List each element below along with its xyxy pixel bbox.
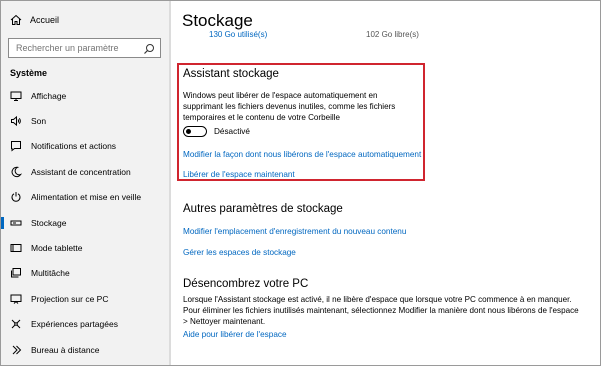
sidebar-item-notifications[interactable]: Notifications et actions [1, 134, 169, 159]
storage-sense-description: Windows peut libérer de l'espace automat… [183, 91, 396, 122]
tablet-icon [10, 242, 22, 254]
sidebar-item-label: Son [31, 116, 47, 127]
notification-icon [10, 140, 22, 153]
search-box[interactable] [8, 38, 161, 58]
change-save-location-link[interactable]: Modifier l'emplacement d'enregistrement … [183, 227, 406, 236]
storage-sense-toggle[interactable] [183, 126, 207, 137]
sidebar-item-stockage[interactable]: Stockage [1, 210, 169, 235]
power-icon [10, 191, 22, 203]
sidebar-item-label: Expériences partagées [31, 319, 118, 330]
sidebar-item-son[interactable]: Son [1, 108, 169, 133]
manage-storage-spaces-link[interactable]: Gérer les espaces de stockage [183, 248, 296, 257]
sidebar-item-multitache[interactable]: Multitâche [1, 261, 169, 286]
used-space-link[interactable]: 130 Go utilisé(s) [209, 30, 267, 40]
sidebar-item-bureau-a-distance[interactable]: Bureau à distance [1, 337, 169, 362]
page-title: Stockage [182, 11, 253, 30]
settings-window: Accueil Système Affichage Son [0, 0, 601, 366]
sidebar-item-label: Notifications et actions [31, 141, 117, 152]
search-icon[interactable] [143, 42, 155, 54]
sidebar-nav: Affichage Son Notifications et actions A… [1, 83, 169, 362]
sidebar-item-projection[interactable]: Projection sur ce PC [1, 286, 169, 311]
toggle-state-label: Désactivé [214, 127, 250, 136]
home-label: Accueil [30, 15, 60, 25]
multitask-icon [10, 267, 22, 279]
home-link[interactable]: Accueil [10, 14, 59, 26]
more-storage-settings-title: Autres paramètres de stockage [183, 203, 343, 215]
toggle-knob [186, 128, 191, 134]
sidebar-item-label: Bureau à distance [31, 344, 100, 355]
declutter-title: Désencombrez votre PC [183, 278, 309, 290]
sidebar-item-alimentation[interactable]: Alimentation et mise en veille [1, 185, 169, 210]
sidebar-item-mode-tablette[interactable]: Mode tablette [1, 235, 169, 260]
sidebar-item-label: Assistant de concentration [31, 166, 131, 177]
sidebar-item-label: Multitâche [31, 268, 70, 279]
free-space-text: 102 Go libre(s) [366, 30, 419, 39]
help-free-space-link[interactable]: Aide pour libérer de l'espace [183, 330, 287, 339]
declutter-description: Lorsque l'Assistant stockage est activé,… [183, 295, 579, 326]
free-space-now-link[interactable]: Libérer de l'espace maintenant [183, 170, 295, 179]
projection-icon [10, 293, 22, 305]
sidebar-item-label: Alimentation et mise en veille [31, 192, 142, 203]
sidebar-item-affichage[interactable]: Affichage [1, 83, 169, 108]
remote-icon [10, 344, 22, 356]
storage-sense-title: Assistant stockage [183, 68, 279, 80]
speaker-icon [10, 115, 22, 127]
sidebar-item-concentration[interactable]: Assistant de concentration [1, 159, 169, 184]
sidebar-item-label: Projection sur ce PC [31, 293, 109, 304]
section-title: Système [10, 68, 48, 78]
sidebar-item-label: Mode tablette [31, 243, 83, 254]
sidebar-item-label: Affichage [31, 90, 67, 101]
change-auto-free-link[interactable]: Modifier la façon dont nous libérons de … [183, 150, 421, 159]
sidebar-item-label: Stockage [31, 217, 67, 228]
sidebar-item-experiences-partagees[interactable]: Expériences partagées [1, 312, 169, 337]
storage-icon [10, 217, 22, 229]
main-content: Stockage 130 Go utilisé(s) 102 Go libre(… [171, 1, 600, 365]
search-input[interactable] [9, 43, 144, 53]
shared-icon [10, 318, 22, 330]
home-icon [10, 14, 24, 26]
display-icon [10, 90, 22, 102]
moon-icon [10, 166, 22, 178]
sidebar: Accueil Système Affichage Son [1, 1, 169, 365]
